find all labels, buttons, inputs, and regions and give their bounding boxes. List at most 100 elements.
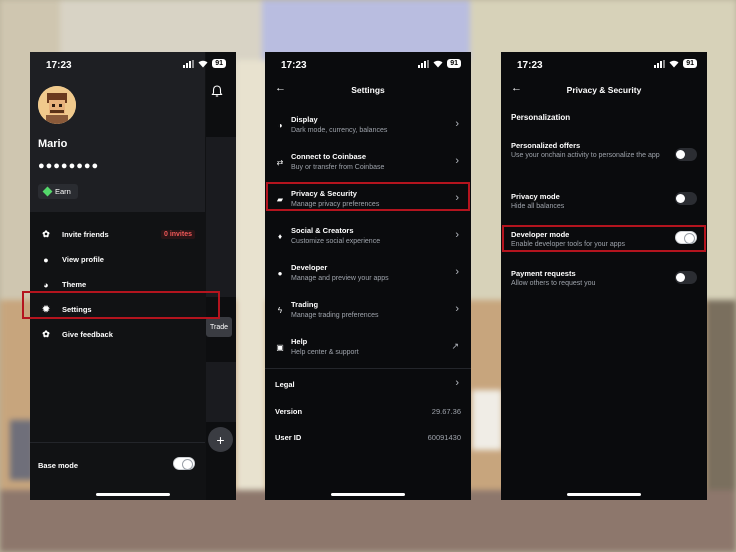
payment-requests-row: Payment requests Allow others to request… — [501, 269, 707, 293]
person-icon: ● — [43, 254, 49, 265]
menu-item-label: Theme — [62, 280, 87, 289]
bell-icon: ♦ — [277, 231, 283, 241]
privacy-security-highlight-box — [266, 182, 470, 211]
settings-row-connect-coinbase[interactable]: ⇄ Connect to Coinbase Buy or transfer fr… — [265, 145, 471, 182]
status-bar: 17:23 91 — [501, 52, 707, 76]
signal-icon — [183, 59, 195, 68]
bolt-icon: ϟ — [277, 305, 283, 315]
feedback-icon: ✿ — [42, 329, 50, 339]
user-id-label: User ID — [275, 433, 302, 442]
earn-label: Earn — [55, 187, 71, 196]
settings-row-developer[interactable]: ● Developer Manage and preview your apps… — [265, 256, 471, 293]
status-bar: 17:23 91 — [265, 52, 471, 76]
user-id-value: 60091430 — [427, 433, 461, 442]
row-title: Trading — [291, 300, 319, 309]
phone-drawer-screen: Trade + Mario ●●●●●●●● Earn ✿ Invite fri… — [30, 52, 236, 500]
settings-row-display[interactable]: ◑ Display Dark mode, currency, balances … — [265, 108, 471, 145]
phone-privacy-screen: 17:23 91 ← Privacy & Security Personaliz… — [501, 52, 707, 500]
globe-icon: ● — [277, 268, 283, 278]
settings-row-trading[interactable]: ϟ Trading Manage trading preferences › — [265, 293, 471, 330]
menu-item-view-profile[interactable]: ● View profile — [30, 247, 205, 272]
help-icon: ▣ — [276, 342, 284, 352]
display-icon: ◑ — [277, 120, 283, 130]
payment-requests-toggle[interactable] — [675, 271, 697, 284]
row-subtitle: Allow others to request you — [511, 280, 596, 287]
personalized-offers-row: Personalized offers Use your onchain act… — [501, 141, 707, 171]
row-title: Payment requests — [511, 269, 576, 278]
base-mode-label: Base mode — [38, 461, 79, 470]
legal-label: Legal — [275, 380, 295, 389]
gem-icon — [42, 186, 53, 197]
privacy-mode-toggle[interactable] — [675, 192, 697, 205]
page-title: Privacy & Security — [566, 85, 642, 95]
user-id-row: User ID 60091430 — [265, 425, 471, 451]
chevron-right-icon: › — [455, 303, 459, 315]
battery-icon: 91 — [212, 59, 226, 68]
developer-mode-highlight-box — [502, 225, 706, 252]
trade-button[interactable]: Trade — [206, 317, 232, 337]
menu-item-label: View profile — [62, 255, 104, 264]
chevron-right-icon: › — [455, 118, 459, 130]
side-drawer: Mario ●●●●●●●● Earn ✿ Invite friends 0 i… — [30, 52, 205, 500]
menu-item-label: Give feedback — [62, 330, 113, 339]
home-indicator — [331, 493, 405, 496]
row-title: Help — [291, 337, 308, 346]
status-time: 17:23 — [517, 60, 543, 71]
settings-row-social-creators[interactable]: ♦ Social & Creators Customize social exp… — [265, 219, 471, 256]
section-heading: Personalization — [511, 113, 571, 122]
menu-item-give-feedback[interactable]: ✿ Give feedback — [30, 322, 205, 347]
avatar[interactable] — [38, 86, 76, 124]
row-subtitle: Help center & support — [291, 349, 359, 356]
status-time: 17:23 — [46, 60, 72, 71]
row-subtitle: Buy or transfer from Coinbase — [291, 164, 385, 171]
row-title: Personalized offers — [511, 141, 581, 150]
settings-highlight-box — [22, 291, 220, 319]
user-name: Mario — [38, 138, 68, 150]
version-row: Version 29.67.36 — [265, 399, 471, 425]
chevron-right-icon: › — [455, 229, 459, 241]
row-title: Social & Creators — [291, 226, 354, 235]
wifi-icon — [433, 60, 443, 68]
base-mode-toggle[interactable] — [173, 457, 195, 470]
bell-icon[interactable] — [210, 84, 224, 98]
wifi-icon — [198, 60, 208, 68]
row-title: Privacy mode — [511, 192, 560, 201]
row-subtitle: Hide all balances — [511, 203, 565, 210]
gift-icon: ✿ — [42, 229, 50, 239]
battery-icon: 91 — [683, 59, 697, 68]
personalized-offers-toggle[interactable] — [675, 148, 697, 161]
base-mode-row: Base mode — [30, 442, 205, 500]
settings-row-help[interactable]: ▣ Help Help center & support ↗ — [265, 330, 471, 367]
phone-settings-screen: 17:23 91 ← Settings ◑ Display Dark mode,… — [265, 52, 471, 500]
transfer-icon: ⇄ — [276, 157, 284, 167]
privacy-header: ← Privacy & Security — [501, 82, 707, 98]
divider — [265, 368, 471, 369]
status-bar: 17:23 91 — [30, 52, 236, 76]
version-value: 29.67.36 — [431, 407, 461, 416]
drawer-menu: ✿ Invite friends 0 invites ● View profil… — [30, 222, 205, 347]
drawer-profile-header: Mario ●●●●●●●● Earn — [30, 52, 205, 212]
row-subtitle: Use your onchain activity to personalize… — [511, 152, 660, 159]
masked-balance: ●●●●●●●● — [38, 160, 100, 172]
row-title: Connect to Coinbase — [291, 152, 367, 161]
version-label: Version — [275, 407, 303, 416]
home-indicator — [567, 493, 641, 496]
legal-row[interactable]: Legal › — [265, 372, 471, 398]
chevron-right-icon: › — [455, 377, 459, 389]
earn-button[interactable]: Earn — [38, 184, 78, 199]
menu-item-invite-friends[interactable]: ✿ Invite friends 0 invites — [30, 222, 205, 247]
row-subtitle: Manage trading preferences — [291, 312, 379, 319]
battery-icon: 91 — [447, 59, 461, 68]
settings-header: ← Settings — [265, 82, 471, 98]
row-subtitle: Dark mode, currency, balances — [291, 127, 388, 134]
row-title: Display — [291, 115, 318, 124]
add-fab-button[interactable]: + — [208, 427, 233, 452]
chevron-right-icon: › — [455, 266, 459, 278]
signal-icon — [418, 59, 430, 68]
status-time: 17:23 — [281, 60, 307, 71]
underlay-feed-card — [206, 362, 236, 422]
home-indicator — [96, 493, 170, 496]
palette-icon: ◕ — [43, 279, 49, 290]
chevron-right-icon: › — [455, 155, 459, 167]
row-subtitle: Customize social experience — [291, 238, 381, 245]
